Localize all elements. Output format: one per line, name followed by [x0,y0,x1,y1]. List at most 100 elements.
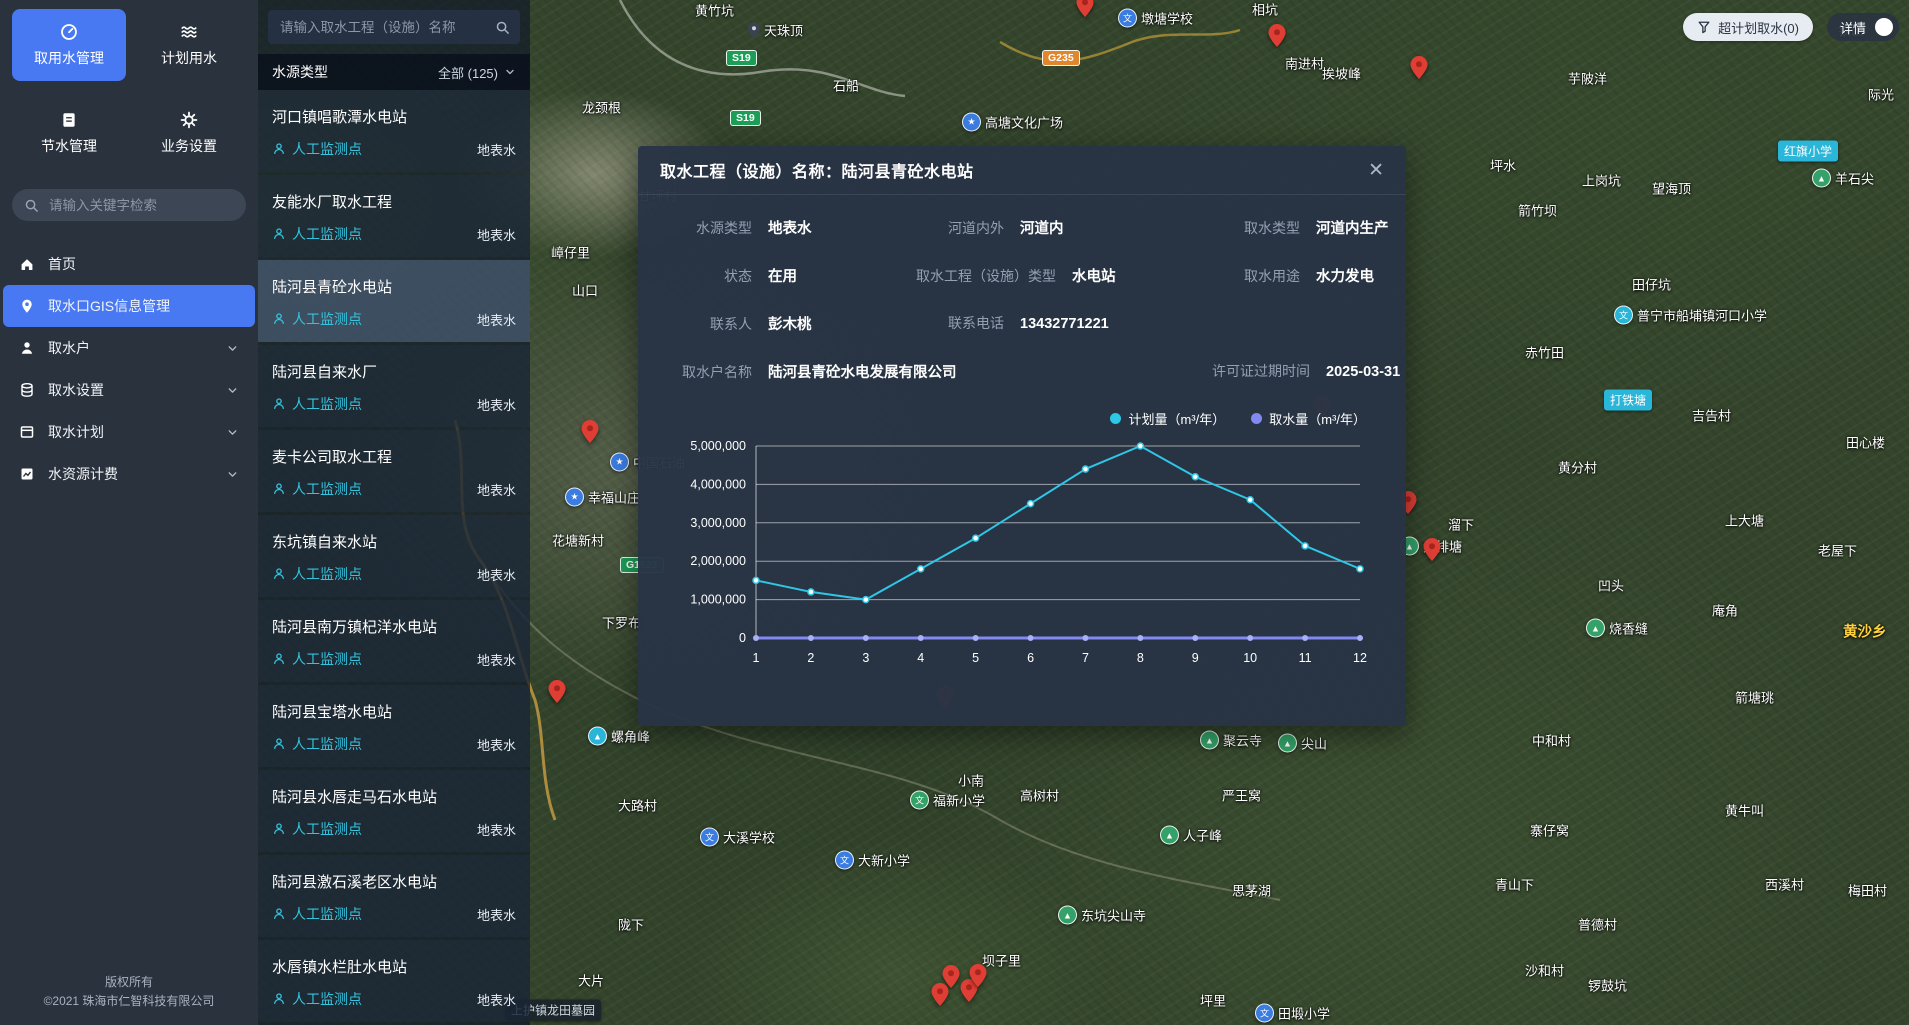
chevron-down-icon [226,426,239,439]
water-type-label: 地表水 [477,310,516,329]
field-value: 陆河县青砼水电发展有限公司 [768,361,957,382]
intake-name: 麦卡公司取水工程 [272,446,516,467]
water-type-label: 地表水 [477,395,516,414]
modal-title: 取水工程（设施）名称：陆河县青砼水电站 [660,158,974,182]
map-poi-green: ▲尖山 [1278,734,1327,753]
map-poi-label: 幸福山庄 [588,488,640,507]
person-icon [272,567,286,581]
map-place-label: 花塘新村 [552,531,604,550]
water-type-label: 地表水 [477,565,516,584]
map-place-label: 上岗坑 [1582,171,1621,190]
close-icon[interactable]: ✕ [1368,161,1384,180]
map-pin-label: 天珠顶 [748,21,803,40]
map-poi-label: 螺角峰 [611,727,650,746]
intake-name: 水唇镇水栏肚水电站 [272,956,516,977]
app-tile-2[interactable]: 计划用水 [132,9,246,81]
search-icon[interactable] [495,20,510,35]
map-poi-label: 大新小学 [858,851,910,870]
app-tile-1[interactable]: 取用水管理 [12,9,126,81]
sidebar-item-2[interactable]: 取水口GIS信息管理 [3,285,255,327]
intake-map-pin[interactable] [582,420,599,448]
sidebar-search-input[interactable] [47,197,234,214]
over-plan-button[interactable]: 超计划取水(0) [1683,13,1813,41]
intake-map-pin[interactable] [1077,0,1094,22]
poi-green-icon: ▲ [1812,169,1831,188]
intake-list-item[interactable]: 陆河县激石溪老区水电站人工监测点地表水 [258,855,530,937]
map-place-label: 溜下 [1448,515,1474,534]
svg-text:9: 9 [1192,651,1199,665]
intake-list-item[interactable]: 水唇镇水栏肚水电站人工监测点地表水 [258,940,530,1022]
intake-list-item[interactable]: 陆河县水唇走马石水电站人工监测点地表水 [258,770,530,852]
monitor-tag-label: 人工监测点 [292,224,362,244]
monitor-tag: 人工监测点 [272,224,362,244]
home-icon [19,256,35,272]
map-poi-blue: 文田塅小学 [1255,1004,1330,1023]
sidebar-item-6[interactable]: 水资源计费 [3,453,255,495]
chevron-down-icon [226,384,239,397]
svg-text:3,000,000: 3,000,000 [690,516,746,530]
line-chart-svg: 01,000,0002,000,0003,000,0004,000,0005,0… [664,432,1380,670]
field-label: 取水户名称 [664,362,752,382]
road-shield-badge: S19 [730,110,761,126]
road-shield-badge: G235 [1042,50,1080,66]
map-place-label: 黄分村 [1558,458,1597,477]
list-search[interactable] [268,10,520,44]
topbar-right: 超计划取水(0) 详情 [1683,13,1899,41]
field-value: 水电站 [1072,265,1116,286]
intake-map-pin[interactable] [932,983,949,1011]
map-poi-cyan: ▲螺角峰 [588,727,650,746]
intake-map-pin[interactable] [970,964,987,992]
field-label: 取水类型 [1212,218,1300,238]
filter-value-dropdown[interactable]: 全部 (125) [438,63,516,82]
legend-label: 计划量（m³/年） [1128,409,1225,428]
intake-list-item[interactable]: 友能水厂取水工程人工监测点地表水 [258,175,530,257]
monitor-tag-label: 人工监测点 [292,479,362,499]
person-icon [272,312,286,326]
intake-map-pin[interactable] [1411,56,1428,84]
intake-list-item[interactable]: 陆河县自来水厂人工监测点地表水 [258,345,530,427]
intake-list-item[interactable]: 陆河县南万镇杞洋水电站人工监测点地表水 [258,600,530,682]
intake-list-item[interactable]: 东坑镇自来水站人工监测点地表水 [258,515,530,597]
svg-text:8: 8 [1137,651,1144,665]
intake-name: 陆河县南万镇杞洋水电站 [272,616,516,637]
intake-list-item[interactable]: 麦卡公司取水工程人工监测点 地表水 [258,430,530,512]
map-place-label: 高树村 [1020,786,1059,805]
list-search-input[interactable] [278,19,495,36]
intake-map-pin[interactable] [1269,24,1286,52]
map-place-label: 坪里 [1200,991,1226,1010]
map-poi-blue: 文大新小学 [835,851,910,870]
app-tile-4[interactable]: 业务设置 [132,97,246,169]
legend-dot-icon [1251,413,1262,424]
sidebar-item-4[interactable]: 取水设置 [3,369,255,411]
sidebar-search[interactable] [12,189,246,221]
map-poi-label: 聚云寺 [1223,731,1262,750]
field-状态: 状态在用 [664,265,916,286]
sidebar-item-label: 取水户 [48,338,90,358]
intake-list-item[interactable]: 河口镇唱歌潭水电站人工监测点地表水 [258,90,530,172]
intake-map-pin[interactable] [549,680,566,708]
map-place-label: 陇下 [618,915,644,934]
map-place-label: 普德村 [1578,915,1617,934]
map-poi-green: ▲羊石尖 [1812,169,1874,188]
intake-map-pin[interactable] [1424,538,1441,566]
monitor-tag: 人工监测点 [272,819,362,839]
copyright: 版权所有 ©2021 珠海市仁智科技有限公司 [0,961,258,1025]
road-shield-badge: S19 [726,50,757,66]
sidebar-item-1[interactable]: 首页 [3,243,255,285]
intake-list-item[interactable]: 陆河县宝塔水电站人工监测点地表水 [258,685,530,767]
map-badge-label: 打铁塘 [1604,390,1652,411]
intake-name: 陆河县激石溪老区水电站 [272,871,516,892]
poi-blue-icon: 文 [1255,1004,1274,1023]
detail-toggle[interactable]: 详情 [1827,13,1899,41]
app-tile-3[interactable]: 节水管理 [12,97,126,169]
person-icon [272,822,286,836]
water-type-label: 地表水 [477,480,516,499]
intake-list-item[interactable]: 陆河县青砼水电站人工监测点地表水 [258,260,530,342]
sidebar-item-3[interactable]: 取水户 [3,327,255,369]
sidebar-item-5[interactable]: 取水计划 [3,411,255,453]
road-shield: S19 [730,110,761,126]
copyright-line1: 版权所有 [8,973,250,992]
field-label: 取水用途 [1212,266,1300,286]
map-place-label: 严王窝 [1222,786,1261,805]
map-badge: 打铁塘 [1604,390,1652,411]
